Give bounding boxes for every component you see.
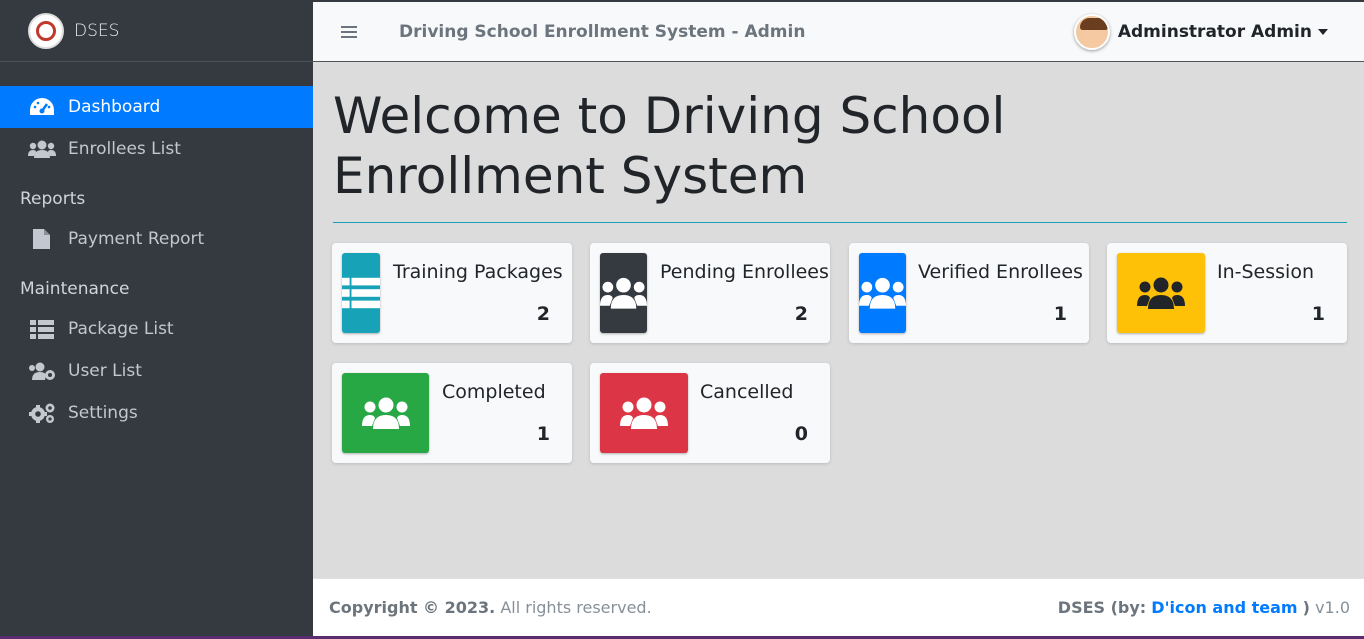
credit: DSES (by: D'icon and team ) v1.0 [1058, 598, 1350, 617]
sidebar-nav: Dashboard Enrollees List Reports Payment… [0, 62, 313, 434]
sidebar-item-dashboard[interactable]: Dashboard [0, 86, 313, 128]
divider [333, 222, 1347, 223]
user-name: Adminstrator Admin [1117, 22, 1312, 42]
caret-down-icon [1318, 29, 1328, 35]
info-box-value: 0 [794, 423, 808, 445]
sidebar-item-label: User List [68, 361, 142, 381]
users-icon [600, 373, 688, 453]
copyright-text: Copyright © 2023. [329, 598, 496, 617]
main-content: Welcome to Driving School Enrollment Sys… [313, 62, 1364, 578]
info-box-verified-enrollees[interactable]: Verified Enrollees 1 [849, 243, 1089, 343]
file-icon [28, 228, 56, 250]
info-box-label: Verified Enrollees [918, 261, 1083, 283]
table-icon [28, 318, 56, 340]
info-box-label: In-Session [1217, 261, 1314, 283]
info-box-value: 1 [1053, 303, 1067, 325]
info-box-label: Cancelled [700, 381, 794, 403]
rights-text: All rights reserved. [500, 598, 652, 617]
info-box-value: 1 [536, 423, 550, 445]
table-icon [342, 253, 380, 333]
info-box-label: Pending Enrollees [660, 261, 829, 283]
sidebar-item-label: Enrollees List [68, 139, 181, 159]
info-box-label: Completed [442, 381, 546, 403]
info-box-value: 2 [794, 303, 808, 325]
users-icon [859, 253, 906, 333]
users-icon [600, 253, 647, 333]
page-title: Driving School Enrollment System - Admin [399, 21, 806, 42]
brand-link[interactable]: DSES [0, 0, 313, 62]
info-box-pending-enrollees[interactable]: Pending Enrollees 2 [590, 243, 830, 343]
info-box-completed[interactable]: Completed 1 [332, 363, 572, 463]
avatar [1073, 14, 1110, 50]
version-text: v1.0 [1315, 598, 1350, 617]
credit-link[interactable]: D'icon and team [1151, 598, 1297, 617]
footer: Copyright © 2023. All rights reserved. D… [313, 578, 1364, 636]
info-box-label: Training Packages [393, 261, 563, 283]
sidebar-item-payment-report[interactable]: Payment Report [0, 218, 313, 260]
info-box-value: 2 [536, 303, 550, 325]
sidebar-item-label: Settings [68, 403, 138, 423]
users-cog-icon [28, 360, 56, 382]
info-box-value: 1 [1311, 303, 1325, 325]
user-menu[interactable]: Adminstrator Admin [1073, 14, 1328, 50]
gears-icon [28, 402, 56, 424]
top-navbar: Driving School Enrollment System - Admin… [313, 0, 1364, 62]
welcome-heading: Welcome to Driving School Enrollment Sys… [333, 87, 1006, 205]
brand-logo [28, 12, 64, 49]
info-box-in-session[interactable]: In-Session 1 [1107, 243, 1347, 343]
sidebar-item-settings[interactable]: Settings [0, 392, 313, 434]
users-icon [1117, 253, 1205, 333]
nav-header-maintenance: Maintenance [20, 279, 130, 299]
info-box-cancelled[interactable]: Cancelled 0 [590, 363, 830, 463]
credit-prefix: DSES (by: [1057, 598, 1147, 617]
sidebar-item-label: Payment Report [68, 229, 205, 249]
credit-suffix: ) [1302, 598, 1310, 617]
nav-header-reports: Reports [20, 189, 86, 209]
brand-name: DSES [74, 20, 120, 41]
sidebar: DSES Dashboard Enrollees List Reports Pa… [0, 0, 313, 639]
info-box-training-packages[interactable]: Training Packages 2 [332, 243, 572, 343]
sidebar-item-enrollees-list[interactable]: Enrollees List [0, 128, 313, 170]
users-icon [342, 373, 429, 453]
sidebar-item-label: Dashboard [68, 97, 161, 117]
sidebar-item-label: Package List [68, 319, 174, 339]
sidebar-item-user-list[interactable]: User List [0, 350, 313, 392]
users-icon [28, 138, 56, 160]
sidebar-item-package-list[interactable]: Package List [0, 308, 313, 350]
menu-toggle-icon[interactable] [341, 20, 361, 44]
dashboard-icon [28, 96, 56, 118]
